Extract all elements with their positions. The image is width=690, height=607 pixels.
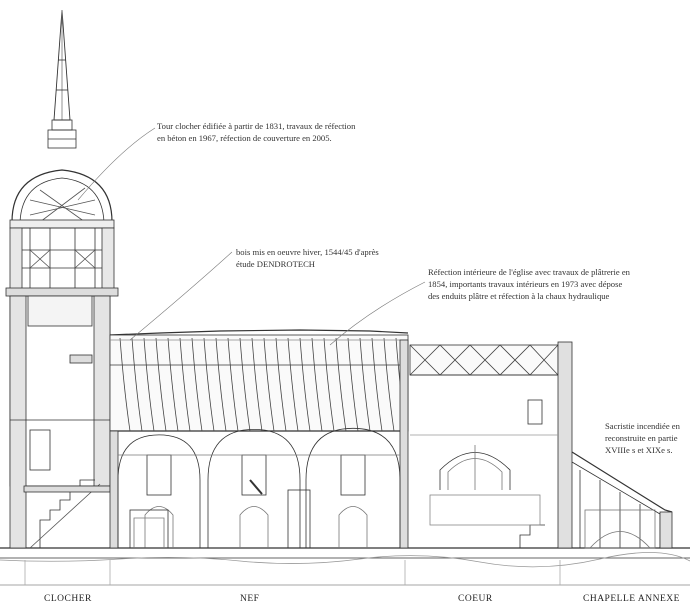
sacristie-note-line3: XVIIIe s et XIXe s. <box>605 445 673 455</box>
clocher-note: Tour clocher édifiée à partir de 1831, t… <box>157 120 355 144</box>
refection-note-line3: des enduits plâtre et réfection à la cha… <box>428 291 610 301</box>
ground <box>0 547 690 586</box>
nave-door <box>144 506 174 548</box>
leader-lines <box>77 127 426 346</box>
refection-note: Réfection intérieure de l'église avec tr… <box>428 266 630 302</box>
bois-note-line1: bois mis en oeuvre hiver, 1544/45 d'aprè… <box>236 247 379 257</box>
sacristie-note-line1: Sacristie incendiée en <box>605 421 680 431</box>
label-clocher: CLOCHER <box>44 594 92 604</box>
nave-door <box>338 506 368 548</box>
clocher-note-line2: en béton en 1967, réfection de couvertur… <box>157 133 332 143</box>
label-nef: NEF <box>240 594 260 604</box>
nave-arch <box>207 428 301 548</box>
sacristie-note-line2: reconstruite en partie <box>605 433 678 443</box>
label-chapelle-annexe: CHAPELLE ANNEXE <box>583 594 680 604</box>
refection-note-line2: 1854, importants travaux intérieurs en 1… <box>428 279 623 289</box>
annex-chapel <box>571 451 673 549</box>
choir <box>409 341 573 549</box>
label-coeur: COEUR <box>458 594 493 604</box>
nave-arch <box>305 427 401 548</box>
nave-window <box>340 454 366 496</box>
bois-note: bois mis en oeuvre hiver, 1544/45 d'aprè… <box>236 246 379 270</box>
nave <box>109 329 409 549</box>
refection-note-line1: Réfection intérieure de l'église avec tr… <box>428 267 630 277</box>
church-section-drawing <box>0 9 690 586</box>
nave-window <box>241 454 267 496</box>
sacristie-note: Sacristie incendiée en reconstruite en p… <box>605 420 680 456</box>
bell-tower <box>5 9 119 549</box>
nave-window <box>146 454 172 496</box>
bois-note-line2: étude DENDROTECH <box>236 259 316 269</box>
nave-door <box>239 506 269 548</box>
clocher-note-line1: Tour clocher édifiée à partir de 1831, t… <box>157 121 356 131</box>
